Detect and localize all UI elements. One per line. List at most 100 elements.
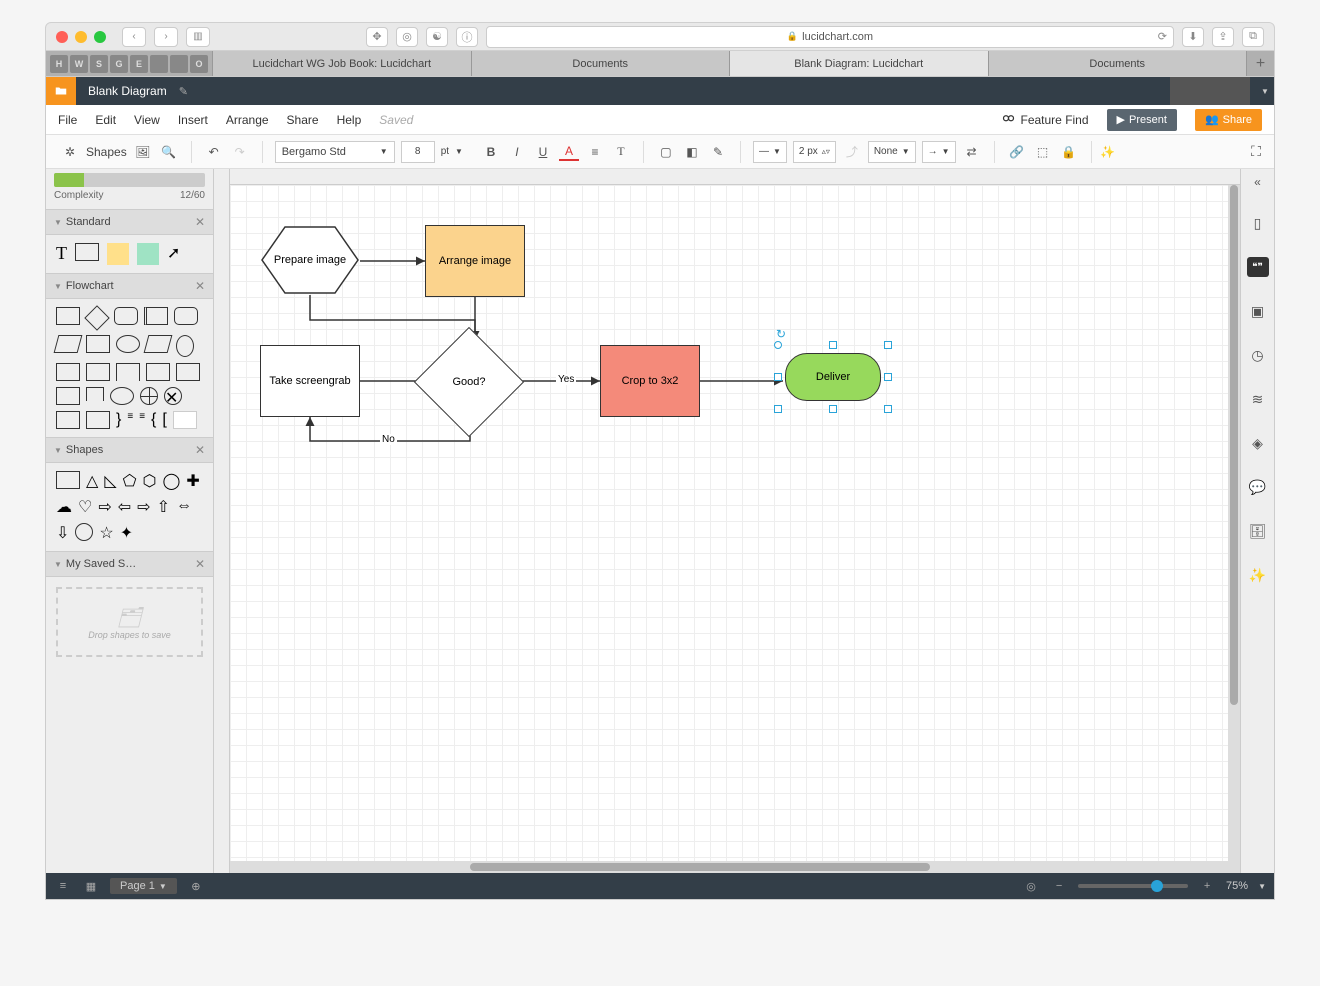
present-button[interactable]: ▶ Present <box>1107 109 1177 131</box>
flowchart-decision[interactable] <box>84 305 109 330</box>
share-button[interactable]: 👥 Share <box>1195 109 1262 131</box>
download-icon[interactable]: ⬇ <box>1182 27 1204 47</box>
menu-arrange[interactable]: Arrange <box>226 113 269 127</box>
close-icon[interactable]: ✕ <box>195 215 205 229</box>
share-icon[interactable]: ⇪ <box>1212 27 1234 47</box>
zoom-out-button[interactable]: − <box>1050 879 1068 893</box>
extension-icon-2[interactable]: ◎ <box>396 27 418 47</box>
sidebar-toggle-button[interactable]: ▥ <box>186 27 210 47</box>
menu-insert[interactable]: Insert <box>178 113 208 127</box>
resize-handle[interactable] <box>829 341 837 349</box>
dock-chat-icon[interactable]: 💬 <box>1248 477 1268 497</box>
redo-button[interactable]: ↷ <box>230 140 250 164</box>
flowchart-shape[interactable] <box>56 411 80 429</box>
add-page-button[interactable]: ⊕ <box>187 879 205 893</box>
arrow-shape[interactable]: ➚ <box>167 243 180 265</box>
shapes-gear-icon[interactable]: ✲ <box>60 140 80 164</box>
menu-file[interactable]: File <box>58 113 77 127</box>
node-arrange-image[interactable]: Arrange image <box>425 225 525 297</box>
resize-handle[interactable] <box>884 373 892 381</box>
layout-grid-icon[interactable]: ▦ <box>82 879 100 893</box>
panel-standard-header[interactable]: ▼Standard ✕ <box>46 209 213 235</box>
extension-icon-3[interactable]: ☯ <box>426 27 448 47</box>
extension-icon-4[interactable]: ⓘ <box>456 27 478 47</box>
resize-handle[interactable] <box>829 405 837 413</box>
page-select[interactable]: Page 1 ▼ <box>110 878 177 894</box>
fav-o[interactable]: O <box>190 55 208 73</box>
flowchart-bracket[interactable]: [ <box>162 411 166 429</box>
shapes-toolbar-label[interactable]: Shapes <box>86 145 127 159</box>
node-crop[interactable]: Crop to 3x2 <box>600 345 700 417</box>
basic-circle[interactable] <box>75 523 93 541</box>
dock-comments-icon[interactable]: ❝❞ <box>1247 257 1269 277</box>
flowchart-process[interactable] <box>56 307 80 325</box>
flowchart-shape[interactable] <box>86 363 110 381</box>
browser-tab[interactable]: Lucidchart WG Job Book: Lucidchart <box>212 51 471 76</box>
close-window-button[interactable] <box>56 31 68 43</box>
basic-right-triangle[interactable]: ◺ <box>104 471 116 491</box>
fav-e[interactable]: E <box>130 55 148 73</box>
tabs-icon[interactable]: ⧉ <box>1242 27 1264 47</box>
basic-4star[interactable]: ✦ <box>120 523 133 543</box>
dock-history-icon[interactable]: ◷ <box>1248 345 1268 365</box>
note-green-shape[interactable] <box>137 243 159 265</box>
layers-button[interactable]: ⬚ <box>1033 140 1053 164</box>
canvas[interactable]: Yes No Prepare image Arrange image Take … <box>230 185 1240 865</box>
home-folder-button[interactable] <box>46 77 76 105</box>
dock-expand-icon[interactable]: « <box>1254 175 1261 189</box>
font-family-select[interactable]: Bergamo Std▼ <box>275 141 395 163</box>
flowchart-shape[interactable] <box>56 387 80 405</box>
italic-button[interactable]: I <box>507 140 527 164</box>
maximize-window-button[interactable] <box>94 31 106 43</box>
flowchart-shape[interactable] <box>146 363 170 381</box>
basic-pentagon[interactable]: ⬠ <box>123 471 137 491</box>
swap-arrows-button[interactable]: ⇄ <box>962 140 982 164</box>
label-yes[interactable]: Yes <box>556 374 576 385</box>
resize-handle[interactable] <box>774 373 782 381</box>
scrollbar-horizontal[interactable] <box>230 861 1240 873</box>
dock-database-icon[interactable]: 🗄 <box>1248 521 1268 541</box>
line-color-button[interactable]: ✎ <box>708 140 728 164</box>
arrow-left[interactable]: ⇦ <box>118 497 131 517</box>
node-take-screengrab[interactable]: Take screengrab <box>260 345 360 417</box>
menu-help[interactable]: Help <box>337 113 362 127</box>
user-account-block[interactable] <box>1170 77 1250 105</box>
flowchart-sum[interactable]: ✕ <box>164 387 182 405</box>
node-prepare-image[interactable]: Prepare image <box>260 225 360 295</box>
resize-handle[interactable] <box>774 405 782 413</box>
arrow-up[interactable]: ⇧ <box>157 497 170 517</box>
flowchart-shape[interactable] <box>56 363 80 381</box>
arrow-end-select[interactable]: → ▼ <box>922 141 956 163</box>
note-lines[interactable]: ≡ <box>139 411 145 429</box>
flowchart-shape[interactable] <box>110 387 134 405</box>
basic-cross[interactable]: ✚ <box>186 471 199 491</box>
account-dropdown-icon[interactable]: ▼ <box>1256 87 1274 96</box>
panel-shapes-header[interactable]: ▼Shapes ✕ <box>46 437 213 463</box>
dock-wand-icon[interactable]: ✨ <box>1248 565 1268 585</box>
brace-left[interactable]: { <box>151 411 156 429</box>
resize-handle[interactable] <box>774 341 782 349</box>
resize-handle[interactable] <box>884 341 892 349</box>
arrow-right-2[interactable]: ⇨ <box>137 497 150 517</box>
basic-hexagon[interactable]: ⬡ <box>143 471 157 491</box>
minimize-window-button[interactable] <box>75 31 87 43</box>
fav-w[interactable]: W <box>70 55 88 73</box>
flowchart-shape[interactable] <box>144 335 173 353</box>
flowchart-connector[interactable] <box>116 335 140 353</box>
menu-edit[interactable]: Edit <box>95 113 116 127</box>
basic-octagon[interactable]: ◯ <box>163 471 181 491</box>
zoom-slider[interactable] <box>1078 884 1188 888</box>
back-button[interactable]: ‹ <box>122 27 146 47</box>
note-lines[interactable]: ≡ <box>127 411 133 429</box>
flowchart-shape[interactable] <box>86 335 110 353</box>
dock-layers-icon[interactable]: ≋ <box>1248 389 1268 409</box>
zoom-dropdown-icon[interactable]: ▼ <box>1258 882 1266 891</box>
arrow-leftright[interactable]: ⇔ <box>176 497 192 517</box>
layout-list-icon[interactable]: ≡ <box>54 879 72 893</box>
line-routing-button[interactable]: ⤴ <box>842 140 862 164</box>
flowchart-shape[interactable] <box>174 307 198 325</box>
resize-handle[interactable] <box>884 405 892 413</box>
dock-data-icon[interactable]: ◈ <box>1248 433 1268 453</box>
browser-tab[interactable]: Documents <box>471 51 730 76</box>
search-icon[interactable]: 🔍 <box>159 140 179 164</box>
